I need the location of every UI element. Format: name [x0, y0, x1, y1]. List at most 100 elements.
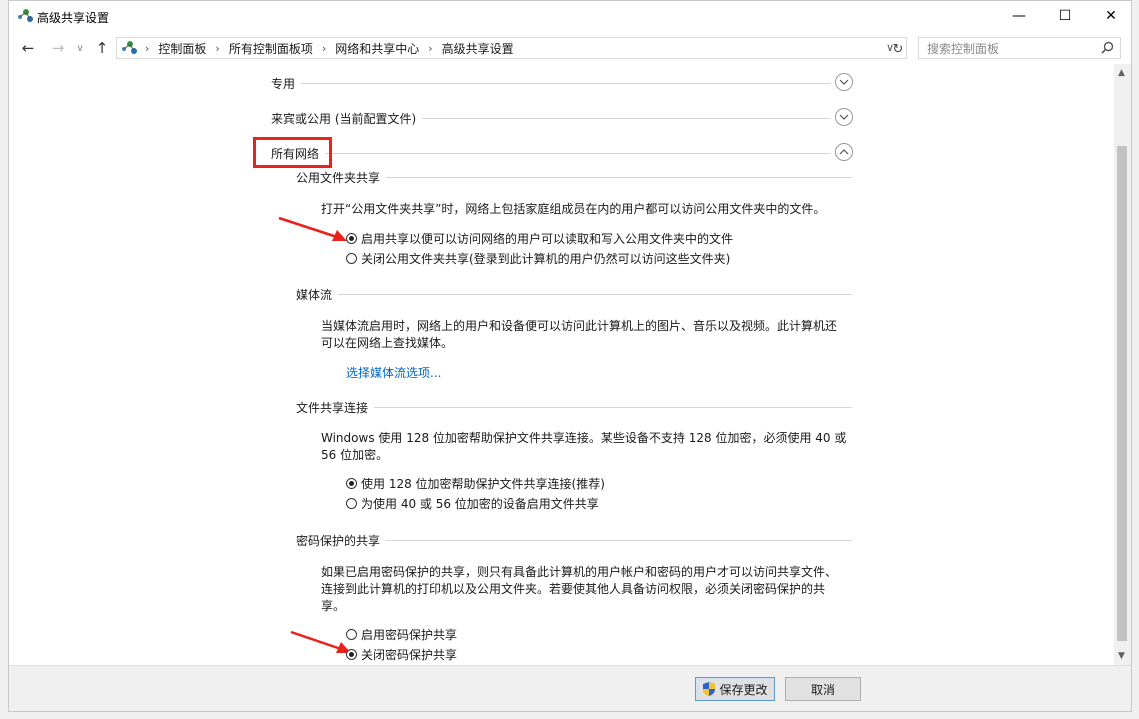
radio-enable-password-sharing[interactable]: 启用密码保护共享	[346, 626, 457, 642]
breadcrumb-network-center[interactable]: 网络和共享中心	[335, 40, 419, 57]
recent-locations-button[interactable]: ∨	[73, 38, 87, 58]
password-heading-label: 密码保护的共享	[296, 532, 387, 549]
forward-arrow-icon: →	[51, 39, 65, 57]
breadcrumb-advanced-sharing[interactable]: 高级共享设置	[442, 40, 514, 57]
radio-button[interactable]	[346, 497, 357, 509]
scrollbar-thumb[interactable]	[1117, 146, 1127, 641]
section-divider	[271, 83, 831, 84]
save-button-label: 保存更改	[719, 682, 768, 697]
back-arrow-icon: ←	[21, 39, 35, 57]
radio-label: 启用密码保护共享	[361, 627, 458, 642]
search-icon[interactable]	[1101, 41, 1114, 54]
forward-button[interactable]: →	[48, 38, 68, 58]
cancel-button[interactable]: 取消	[785, 677, 861, 701]
radio-disable-public-sharing[interactable]: 关闭公用文件夹共享(登录到此计算机的用户仍然可以访问这些文件夹)	[346, 250, 730, 266]
sub-divider	[296, 294, 852, 295]
radio-label: 为使用 40 或 56 位加密的设备启用文件共享	[361, 496, 599, 511]
vertical-scrollbar[interactable]: ▲ ▼	[1114, 64, 1131, 665]
navigation-bar: ← → ∨ ↑ › 控制面板 › 所有控制面板项 › 网络和共享中心 › 高级共…	[9, 32, 1131, 64]
media-heading-label: 媒体流	[296, 286, 339, 303]
radio-40-56bit[interactable]: 为使用 40 或 56 位加密的设备启用文件共享	[346, 495, 599, 511]
collapse-button[interactable]	[835, 143, 853, 161]
address-bar[interactable]: › 控制面板 › 所有控制面板项 › 网络和共享中心 › 高级共享设置 ∨	[116, 37, 907, 59]
radio-button[interactable]	[346, 477, 357, 489]
radio-label: 关闭密码保护共享	[361, 647, 458, 662]
file-sharing-description-line: 56 位加密。	[321, 448, 389, 462]
scroll-up-icon[interactable]: ▲	[1118, 68, 1125, 78]
password-heading: 密码保护的共享	[296, 532, 852, 549]
file-sharing-heading-label: 文件共享连接	[296, 399, 375, 416]
up-arrow-icon: ↑	[95, 39, 109, 57]
radio-label: 启用共享以便可以访问网络的用户可以读取和写入公用文件夹中的文件	[361, 231, 734, 246]
breadcrumb-separator: ›	[145, 41, 150, 55]
radio-label: 使用 128 位加密帮助保护文件共享连接(推荐)	[361, 476, 605, 491]
refresh-icon: ↻	[892, 41, 904, 57]
window-title: 高级共享设置	[37, 11, 110, 25]
breadcrumb-separator: ›	[215, 41, 220, 55]
radio-enable-public-sharing[interactable]: 启用共享以便可以访问网络的用户可以读取和写入公用文件夹中的文件	[346, 230, 733, 246]
collapse-icon	[839, 149, 849, 155]
network-icon	[122, 41, 137, 54]
refresh-button[interactable]: ↻	[891, 39, 905, 59]
annotation-arrow	[278, 216, 347, 241]
maximize-icon: ☐	[1058, 8, 1072, 24]
breadcrumb-all-items[interactable]: 所有控制面板项	[229, 40, 313, 57]
section-guest-public-label: 来宾或公用 (当前配置文件)	[271, 110, 423, 127]
password-description-line: 如果已启用密码保护的共享，则只有具备此计算机的用户帐户和密码的用户才可以访问共享…	[321, 565, 838, 579]
media-description: 当媒体流启用时，网络上的用户和设备便可以访问此计算机上的图片、音乐以及视频。此计…	[321, 318, 851, 352]
title-bar: 高级共享设置 — ☐ ✕	[9, 1, 1131, 31]
public-folder-heading: 公用文件夹共享	[296, 169, 852, 186]
radio-button[interactable]	[346, 628, 357, 640]
radio-button[interactable]	[346, 232, 357, 244]
search-input[interactable]: 搜索控制面板	[918, 37, 1121, 59]
section-guest-public[interactable]: 来宾或公用 (当前配置文件)	[271, 108, 853, 128]
expand-button[interactable]	[835, 108, 853, 126]
minimize-button[interactable]: —	[996, 1, 1042, 31]
radio-button[interactable]	[346, 648, 357, 660]
shield-icon	[703, 682, 716, 696]
close-button[interactable]: ✕	[1088, 1, 1131, 31]
close-icon: ✕	[1105, 8, 1117, 24]
password-description-line: 享。	[321, 599, 346, 613]
section-private[interactable]: 专用	[271, 73, 853, 93]
footer-bar: 保存更改 取消	[9, 665, 1131, 711]
media-options-link[interactable]: 选择媒体流选项...	[346, 364, 441, 381]
annotation-arrow	[290, 630, 351, 653]
radio-128bit[interactable]: 使用 128 位加密帮助保护文件共享连接(推荐)	[346, 475, 605, 491]
public-folder-description: 打开“公用文件夹共享”时，网络上包括家庭组成员在内的用户都可以访问公用文件夹中的…	[321, 202, 826, 216]
scroll-down-icon[interactable]: ▼	[1118, 651, 1125, 661]
section-divider	[271, 153, 831, 154]
radio-disable-password-sharing[interactable]: 关闭密码保护共享	[346, 646, 457, 662]
file-sharing-heading: 文件共享连接	[296, 399, 852, 416]
network-icon	[18, 9, 33, 22]
highlight-annotation	[253, 137, 332, 168]
file-sharing-description-line: Windows 使用 128 位加密帮助保护文件共享连接。某些设备不支持 128…	[321, 431, 847, 445]
chevron-down-icon: ∨	[76, 42, 84, 54]
media-description-line: 可以在网络上查找媒体。	[321, 336, 454, 350]
expand-button[interactable]	[835, 73, 853, 91]
save-button[interactable]: 保存更改	[695, 677, 775, 701]
password-description-line: 连接到此计算机的打印机以及公用文件夹。若要使其他人具备访问权限，必须关闭密码保护…	[321, 582, 826, 596]
expand-icon	[839, 114, 849, 120]
expand-icon	[839, 79, 849, 85]
section-all-networks[interactable]: 所有网络	[271, 143, 853, 163]
cancel-button-label: 取消	[810, 682, 835, 697]
media-description-line: 当媒体流启用时，网络上的用户和设备便可以访问此计算机上的图片、音乐以及视频。此计…	[321, 319, 838, 333]
section-private-label: 专用	[271, 75, 302, 92]
sub-divider	[296, 407, 852, 408]
password-description: 如果已启用密码保护的共享，则只有具备此计算机的用户帐户和密码的用户才可以访问共享…	[321, 564, 851, 615]
media-heading: 媒体流	[296, 286, 852, 303]
advanced-sharing-window: 高级共享设置 — ☐ ✕ ← → ∨ ↑ › 控制面板 › 所有控制面板项 › …	[8, 0, 1132, 712]
up-button[interactable]: ↑	[92, 38, 112, 58]
maximize-button[interactable]: ☐	[1042, 1, 1088, 31]
breadcrumb-control-panel[interactable]: 控制面板	[158, 40, 206, 57]
search-placeholder: 搜索控制面板	[927, 41, 1000, 56]
back-button[interactable]: ←	[18, 38, 38, 58]
radio-label: 关闭公用文件夹共享(登录到此计算机的用户仍然可以访问这些文件夹)	[361, 251, 731, 266]
breadcrumb-separator: ›	[321, 41, 327, 55]
breadcrumb-separator: ›	[428, 41, 433, 55]
file-sharing-description: Windows 使用 128 位加密帮助保护文件共享连接。某些设备不支持 128…	[321, 430, 851, 464]
radio-button[interactable]	[346, 252, 357, 264]
public-folder-heading-label: 公用文件夹共享	[296, 169, 387, 186]
minimize-icon: —	[1012, 8, 1026, 24]
